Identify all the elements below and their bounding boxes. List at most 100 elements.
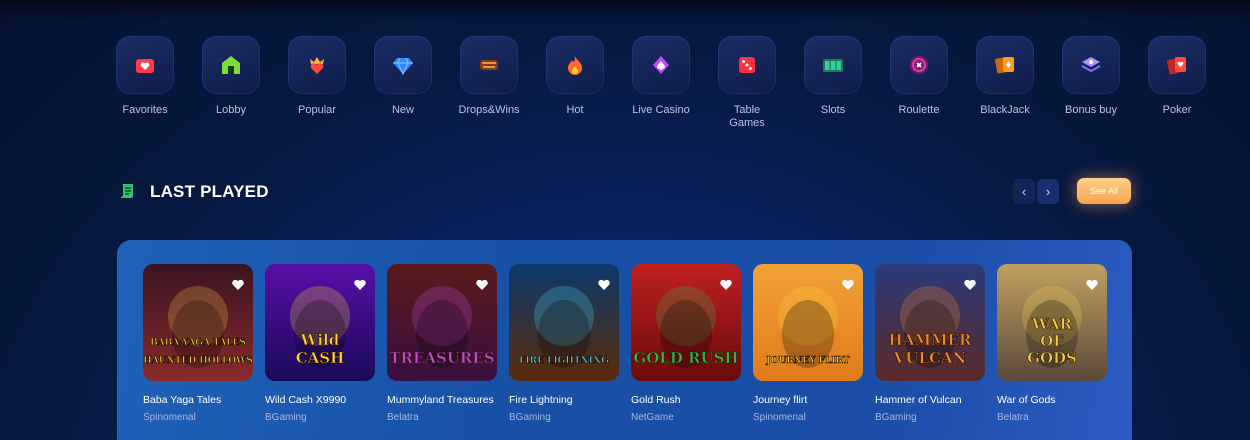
game-logo-text: HAUNTED HOLLOWS [143, 356, 253, 366]
favorite-heart-icon[interactable] [231, 278, 245, 292]
game-provider: BGaming [875, 412, 917, 423]
game-thumbnail[interactable]: BABA YAGA TALES HAUNTED HOLLOWS [143, 264, 253, 381]
game-thumbnail[interactable]: JOURNEY FLIRT [753, 264, 863, 381]
category-table-games[interactable]: Table Games [718, 36, 776, 130]
game-provider: Belatra [387, 412, 419, 423]
game-logo-text: CASH [296, 349, 345, 367]
category-label: Favorites [122, 104, 168, 116]
category-label: Bonus buy [1065, 104, 1117, 116]
category-label: Lobby [216, 104, 246, 116]
games-carousel: BABA YAGA TALES HAUNTED HOLLOWS Baba Yaga … [143, 264, 1107, 423]
category-label: Table Games [729, 104, 765, 129]
game-provider: Belatra [997, 412, 1029, 423]
game-thumbnail[interactable]: HAMMER VULCAN [875, 264, 985, 381]
game-thumbnail[interactable]: WAR OF GODS [997, 264, 1107, 381]
favorite-heart-icon[interactable] [963, 278, 977, 292]
category-lobby[interactable]: Lobby [202, 36, 260, 130]
category-roulette[interactable]: Roulette [890, 36, 948, 130]
category-popular[interactable]: Popular [288, 36, 346, 130]
favorite-heart-icon[interactable] [353, 278, 367, 292]
game-title[interactable]: Gold Rush [631, 394, 741, 406]
game-title[interactable]: War of Gods [997, 394, 1107, 406]
diamond-icon [374, 36, 432, 94]
category-label: Drops&Wins [458, 104, 520, 116]
category-label: Poker [1162, 104, 1192, 116]
category-bar: Favorites Lobby Popular New Drops&Wins H… [116, 36, 1206, 130]
game-card[interactable]: Wild CASH Wild Cash X9990 BGaming [265, 264, 375, 423]
game-card[interactable]: TREASURES Mummyland Treasures Belatra [387, 264, 497, 423]
game-card[interactable]: WAR OF GODS War of Gods Belatra [997, 264, 1107, 423]
game-thumbnail[interactable]: TREASURES [387, 264, 497, 381]
category-hot[interactable]: Hot [546, 36, 604, 130]
category-new[interactable]: New [374, 36, 432, 130]
category-blackjack[interactable]: BlackJack [976, 36, 1034, 130]
game-card[interactable]: FIRE LIGHTNING Fire Lightning BGaming [509, 264, 619, 423]
game-title[interactable]: Mummyland Treasures [387, 394, 497, 406]
heart-folder-icon [116, 36, 174, 94]
game-logo-text: FIRE LIGHTNING [519, 356, 609, 366]
game-title[interactable]: Fire Lightning [509, 394, 619, 406]
game-provider: BGaming [509, 412, 551, 423]
game-provider: BGaming [265, 412, 307, 423]
spade-icon [632, 36, 690, 94]
game-logo-text: WAR [1031, 315, 1073, 333]
cards-icon [976, 36, 1034, 94]
favorite-heart-icon[interactable] [597, 278, 611, 292]
favorite-heart-icon[interactable] [1085, 278, 1099, 292]
crown-heart-icon [288, 36, 346, 94]
slot-777-icon [804, 36, 862, 94]
category-drops-wins[interactable]: Drops&Wins [458, 36, 520, 130]
game-provider: Spinomenal [143, 412, 196, 423]
carousel-prev-button[interactable]: ‹ [1013, 179, 1035, 204]
chevron-left-icon: ‹ [1021, 184, 1027, 199]
category-slots[interactable]: Slots [804, 36, 862, 130]
flame-icon [546, 36, 604, 94]
drops-wins-icon [460, 36, 518, 94]
category-label: New [391, 104, 414, 116]
carousel-next-button[interactable]: › [1037, 179, 1059, 204]
game-title[interactable]: Journey flirt [753, 394, 863, 406]
home-icon [202, 36, 260, 94]
category-bonus-buy[interactable]: Bonus buy [1062, 36, 1120, 130]
game-logo-text: Wild [300, 331, 340, 349]
game-card[interactable]: HAMMER VULCAN Hammer of Vulcan BGaming [875, 264, 985, 423]
favorite-heart-icon[interactable] [719, 278, 733, 292]
category-poker[interactable]: Poker [1148, 36, 1206, 130]
game-logo-text: VULCAN [893, 349, 967, 367]
favorite-heart-icon[interactable] [475, 278, 489, 292]
game-logo-text: GODS [1027, 349, 1077, 367]
game-title[interactable]: Wild Cash X9990 [265, 394, 375, 406]
game-card[interactable]: JOURNEY FLIRT Journey flirt Spinomenal [753, 264, 863, 423]
game-logo-text: GOLD RUSH [633, 349, 738, 367]
category-label: BlackJack [980, 104, 1030, 116]
game-title[interactable]: Baba Yaga Tales [143, 394, 253, 406]
game-card[interactable]: BABA YAGA TALES HAUNTED HOLLOWS Baba Yaga … [143, 264, 253, 423]
scroll-icon [121, 184, 133, 198]
poker-cards-icon [1148, 36, 1206, 94]
favorite-heart-icon[interactable] [841, 278, 855, 292]
game-card[interactable]: GOLD RUSH Gold Rush NetGame [631, 264, 741, 423]
bonus-stack-icon [1062, 36, 1120, 94]
game-thumbnail[interactable]: GOLD RUSH [631, 264, 741, 381]
game-provider: NetGame [631, 412, 674, 423]
see-all-button[interactable]: See All [1077, 178, 1131, 204]
game-thumbnail[interactable]: Wild CASH [265, 264, 375, 381]
game-logo-text: OF [1040, 332, 1064, 350]
roulette-icon [890, 36, 948, 94]
game-logo-text: BABA YAGA TALES [150, 338, 246, 348]
dice-icon [718, 36, 776, 94]
chevron-right-icon: › [1045, 184, 1051, 199]
section-title: LAST PLAYED [150, 182, 269, 201]
category-label: Slots [820, 104, 846, 116]
top-fade [0, 0, 1250, 20]
game-thumbnail[interactable]: FIRE LIGHTNING [509, 264, 619, 381]
category-live-casino[interactable]: Live Casino [632, 36, 690, 130]
category-label: Hot [566, 104, 584, 116]
category-label: Popular [298, 104, 336, 116]
game-logo-text: JOURNEY FLIRT [765, 356, 849, 366]
game-title[interactable]: Hammer of Vulcan [875, 394, 985, 406]
category-label: Live Casino [632, 104, 690, 116]
category-favorites[interactable]: Favorites [116, 36, 174, 130]
game-logo-text: TREASURES [389, 349, 494, 367]
category-label: Roulette [898, 104, 940, 116]
